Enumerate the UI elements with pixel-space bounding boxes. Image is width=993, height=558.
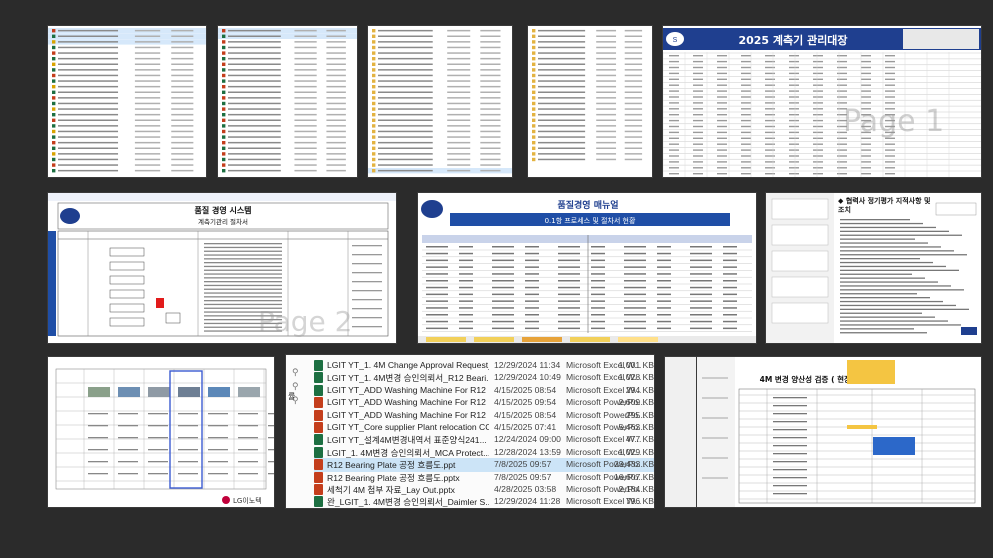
excel-file-icon [314, 372, 323, 384]
excel-file-icon [314, 384, 323, 396]
thumbnail-file-explorer-2[interactable] [218, 26, 357, 177]
file-name: LGIT YT_ADD Washing Machine For R12 ... [327, 384, 489, 395]
folder-list-preview-2 [532, 29, 643, 162]
thumbnail-file-list[interactable]: ⚲ ⚲ ⚲ 률 LGIT YT_1. 4M Change Approval Re… [286, 355, 654, 508]
file-date: 7/8/2025 09:57 [494, 471, 552, 482]
file-name: R12 Bearing Plate 공정 흐름도.pptx [327, 472, 460, 483]
excel-file-icon [314, 360, 323, 371]
file-explorer-preview-2 [218, 28, 357, 173]
audit-title-2: 조치 [838, 205, 851, 214]
file-explorer-preview-1 [48, 26, 206, 177]
4m-verification-preview: 4M 변경 양산성 검증 ( 현장) [697, 357, 981, 507]
file-size: 2,609 KB [618, 397, 654, 408]
manual-title: 품질경영 매뉴얼 [557, 199, 618, 211]
powerpoint-file-icon [314, 409, 323, 421]
process-flow-preview: LG이노텍 [48, 357, 274, 507]
file-size: 796 KB [625, 496, 654, 507]
file-row[interactable]: 완_LGIT_1. 4M변경 승인의뢰서_Daimler S... 12/29/2… [314, 495, 654, 508]
file-name: LGIT YT_ADD Washing Machine For R12 ... [327, 397, 489, 408]
lg-innotek-logo: LG이노텍 [233, 496, 262, 505]
excel-file-icon [314, 496, 323, 508]
powerpoint-file-icon [314, 397, 323, 409]
file-size: 477 KB [625, 434, 654, 445]
thumbnail-4m-verification[interactable]: 4M 변경 양산성 검증 ( 현장) [697, 357, 981, 507]
thumbnail-file-explorer-1[interactable] [48, 26, 206, 177]
ledger-title: 2025 계측기 관리대장 [738, 33, 847, 47]
qms-procedure-preview: 품질 경영 시스템 계측기관리 절차서 Page 2 [48, 193, 396, 343]
file-date: 12/28/2024 13:59 [494, 446, 561, 457]
file-name: 완_LGIT_1. 4M변경 승인의뢰서_Daimler S... [327, 497, 489, 508]
thumbnail-folder-list-1[interactable] [368, 26, 512, 177]
qms-title: 품질 경영 시스템 [194, 205, 251, 215]
thumbnail-folder-list-2[interactable] [528, 26, 652, 177]
thumbnail-instrument-ledger[interactable]: S 2025 계측기 관리대장 Page 1 [663, 26, 981, 177]
instrument-ledger-preview: S 2025 계측기 관리대장 Page 1 [663, 26, 981, 177]
file-size: 294 KB [625, 384, 654, 395]
file-name: LGIT YT_1. 4M Change Approval Request_..… [327, 360, 489, 370]
file-name: LGIT YT_1. 4M변경 승인의뢰서_R12 Beari... [327, 373, 489, 384]
excel-file-icon [314, 434, 323, 446]
file-size: 23,433 KB [614, 459, 654, 470]
file-date: 4/15/2025 08:54 [494, 409, 557, 420]
file-date: 7/8/2025 09:57 [494, 459, 552, 470]
file-size: 1,029 KB [618, 446, 654, 457]
file-date: 4/15/2025 09:54 [494, 397, 557, 408]
quality-manual-preview: 품질경영 매뉴얼 0.1항 프로세스 및 절차서 현황 [418, 193, 756, 343]
thumbnail-supplier-audit[interactable]: ◆ 협력사 정기평가 지적사항 및 조치 [766, 193, 981, 343]
thumbnail-4m-sheet-a[interactable] [665, 357, 696, 507]
thumbnail-qms-procedure[interactable]: 품질 경영 시스템 계측기관리 절차서 Page 2 [48, 193, 396, 343]
file-date: 4/28/2025 03:58 [494, 484, 557, 494]
file-date: 4/15/2025 08:54 [494, 384, 557, 395]
file-size: 5,463 KB [618, 422, 654, 432]
powerpoint-file-icon [314, 471, 323, 483]
4m-title: 4M 변경 양산성 검증 ( 현장) [760, 374, 855, 384]
audit-title: ◆ 협력사 정기평가 지적사항 및 [838, 196, 931, 205]
folder-list-preview-1 [368, 29, 512, 174]
file-date: 12/24/2024 09:00 [494, 434, 561, 445]
file-date: 12/29/2024 10:49 [494, 372, 561, 383]
file-date: 4/15/2025 07:41 [494, 422, 557, 432]
file-name: 세척기 4M 첨부 자료_Lay Out.pptx [327, 485, 455, 495]
file-size: 16,607 KB [614, 471, 654, 482]
file-name: LGIT YT_ADD Washing Machine For R12 ... [327, 409, 489, 420]
file-size: 1,001 KB [618, 360, 654, 370]
supplier-audit-preview: ◆ 협력사 정기평가 지적사항 및 조치 [766, 193, 981, 343]
qms-watermark: Page 2 [258, 305, 353, 338]
powerpoint-file-icon [314, 459, 323, 471]
file-name: LGIT YT_설계4M변경내역서 표준양식241... [327, 435, 487, 446]
pinned-label: 률 [288, 392, 296, 401]
file-name: LGIT_1. 4M변경 승인의뢰서_MCA Protect... [327, 447, 489, 458]
manual-subtitle: 0.1항 프로세스 및 절차서 현황 [545, 216, 636, 225]
pin-icon-1[interactable]: ⚲ [292, 367, 299, 378]
thumbnail-process-flow[interactable]: LG이노텍 [48, 357, 274, 507]
svg-text:S: S [673, 37, 678, 44]
file-name: R12 Bearing Plate 공정 흐름도.ppt [327, 460, 456, 471]
excel-file-icon [314, 446, 323, 458]
thumbnail-quality-manual[interactable]: 품질경영 매뉴얼 0.1항 프로세스 및 절차서 현황 [418, 193, 756, 343]
file-date: 12/29/2024 11:34 [494, 360, 561, 370]
file-size: 2,184 KB [618, 484, 654, 494]
powerpoint-file-icon [314, 422, 323, 433]
file-list: ⚲ ⚲ ⚲ 률 LGIT YT_1. 4M Change Approval Re… [286, 355, 654, 508]
file-size: 295 KB [625, 409, 654, 420]
qms-subtitle: 계측기관리 절차서 [198, 217, 248, 226]
ledger-watermark: Page 1 [843, 104, 944, 139]
powerpoint-file-icon [314, 484, 323, 495]
file-name: LGIT YT_Core supplier Plant relocation C… [327, 422, 489, 432]
file-date: 12/29/2024 11:28 [494, 496, 561, 507]
file-size: 1,028 KB [618, 372, 654, 383]
